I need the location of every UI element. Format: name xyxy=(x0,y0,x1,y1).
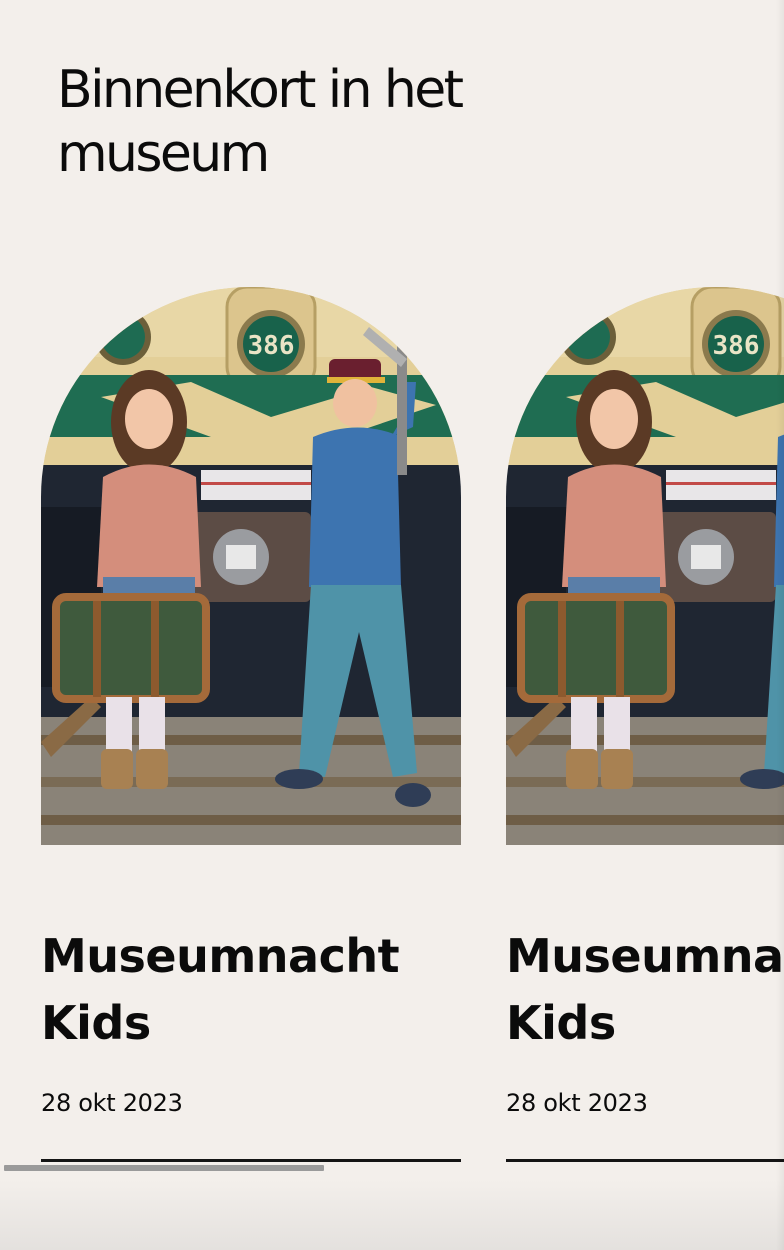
horizontal-scrollbar[interactable] xyxy=(4,1165,780,1171)
events-carousel[interactable]: Museumnacht Kids 28 okt 2023 Museumnacht… xyxy=(0,0,784,1250)
event-card[interactable]: Museumnacht Kids 28 okt 2023 xyxy=(506,287,784,1163)
scrollbar-thumb[interactable] xyxy=(4,1165,324,1171)
event-photo[interactable] xyxy=(506,287,784,845)
edge-shadow xyxy=(776,0,784,1250)
card-divider xyxy=(506,1159,784,1162)
event-title[interactable]: Museumnacht Kids xyxy=(41,923,461,1057)
event-date: 28 okt 2023 xyxy=(506,1089,648,1117)
bottom-fade xyxy=(0,1180,784,1250)
event-card[interactable]: Museumnacht Kids 28 okt 2023 xyxy=(41,287,461,1163)
event-photo[interactable] xyxy=(41,287,461,845)
event-title[interactable]: Museumnacht Kids xyxy=(506,923,784,1057)
card-divider xyxy=(41,1159,461,1162)
event-date: 28 okt 2023 xyxy=(41,1089,183,1117)
